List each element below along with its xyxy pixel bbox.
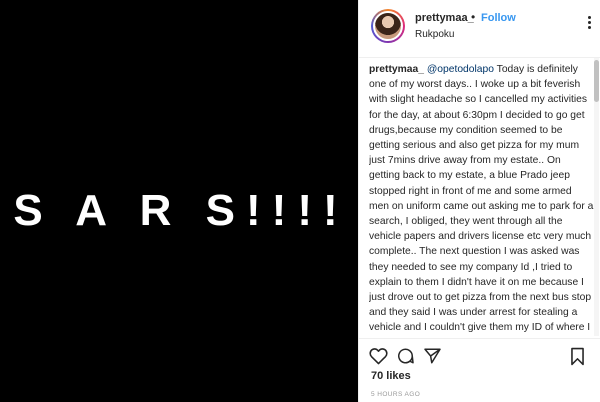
header-username[interactable]: prettymaa_ (415, 12, 474, 24)
caption-scrollbar[interactable] (594, 58, 599, 336)
avatar-image (373, 11, 403, 41)
share-icon[interactable] (423, 347, 442, 365)
bookmark-icon[interactable] (569, 347, 586, 366)
location-link[interactable]: Rukpoku (415, 29, 454, 40)
caption: prettymaa_ @opetodolapo Today is definit… (369, 62, 594, 335)
likes-count[interactable]: 70 likes (371, 370, 411, 382)
post-side-panel: prettymaa_ • Follow Rukpoku prettymaa_ @… (358, 0, 600, 402)
caption-text: Today is definitely one of my worst days… (369, 64, 594, 334)
post-actions (359, 338, 600, 371)
post-header: prettymaa_ • Follow Rukpoku (359, 0, 600, 58)
heart-icon[interactable] (369, 347, 388, 365)
more-options-icon[interactable] (588, 16, 591, 29)
header-separator: • (471, 10, 476, 24)
caption-username[interactable]: prettymaa_ (369, 64, 424, 75)
follow-button[interactable]: Follow (481, 12, 516, 24)
scroll-thumb[interactable] (594, 60, 599, 102)
post-media-text: S A R S!!!! (13, 186, 349, 235)
comment-icon[interactable] (396, 347, 415, 365)
post-media[interactable]: S A R S!!!! (0, 0, 358, 402)
post-timestamp[interactable]: 5 HOURS AGO (371, 391, 420, 398)
caption-mention[interactable]: @opetodolapo (427, 64, 494, 75)
avatar[interactable] (371, 9, 405, 43)
